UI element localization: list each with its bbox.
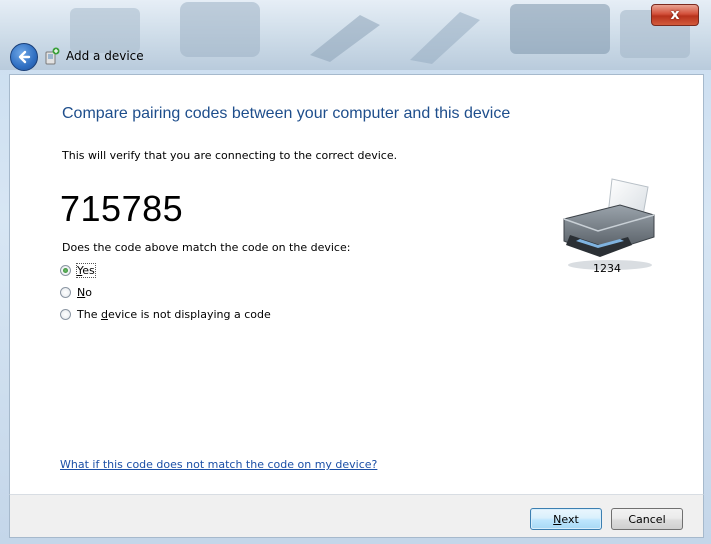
- close-button[interactable]: x: [651, 4, 699, 26]
- device-name: 1234: [593, 262, 621, 275]
- window-title-area: Add a device: [44, 47, 144, 65]
- help-link-code-mismatch[interactable]: What if this code does not match the cod…: [60, 458, 377, 471]
- radio-option-no-code[interactable]: The device is not displaying a code: [60, 308, 271, 321]
- back-arrow-icon: [18, 50, 31, 64]
- window-title: Add a device: [66, 49, 144, 63]
- printer-icon: [563, 178, 655, 270]
- page-description: This will verify that you are connecting…: [62, 149, 398, 162]
- radio-button-no-code[interactable]: [60, 309, 71, 320]
- radio-label-no: No: [77, 286, 92, 299]
- radio-button-yes[interactable]: [60, 265, 71, 276]
- radio-option-no[interactable]: No: [60, 286, 92, 299]
- background-devices-decoration: [70, 2, 690, 64]
- radio-label-yes: Yes: [76, 263, 96, 278]
- cancel-button[interactable]: Cancel: [611, 508, 683, 530]
- add-device-icon: [45, 47, 60, 65]
- pairing-code: 715785: [60, 188, 184, 229]
- next-button[interactable]: Next: [530, 508, 602, 530]
- radio-option-yes[interactable]: Yes: [60, 263, 96, 278]
- match-question: Does the code above match the code on th…: [62, 241, 351, 254]
- button-bar: Next Cancel: [9, 494, 704, 538]
- back-button[interactable]: [10, 43, 38, 71]
- close-icon: x: [670, 7, 680, 23]
- radio-button-no[interactable]: [60, 287, 71, 298]
- radio-label-no-code: The device is not displaying a code: [77, 308, 271, 321]
- page-heading: Compare pairing codes between your compu…: [62, 105, 511, 122]
- content-panel: Compare pairing codes between your compu…: [9, 74, 704, 496]
- add-device-window: x Add a device Compare pairing codes bet…: [0, 0, 711, 544]
